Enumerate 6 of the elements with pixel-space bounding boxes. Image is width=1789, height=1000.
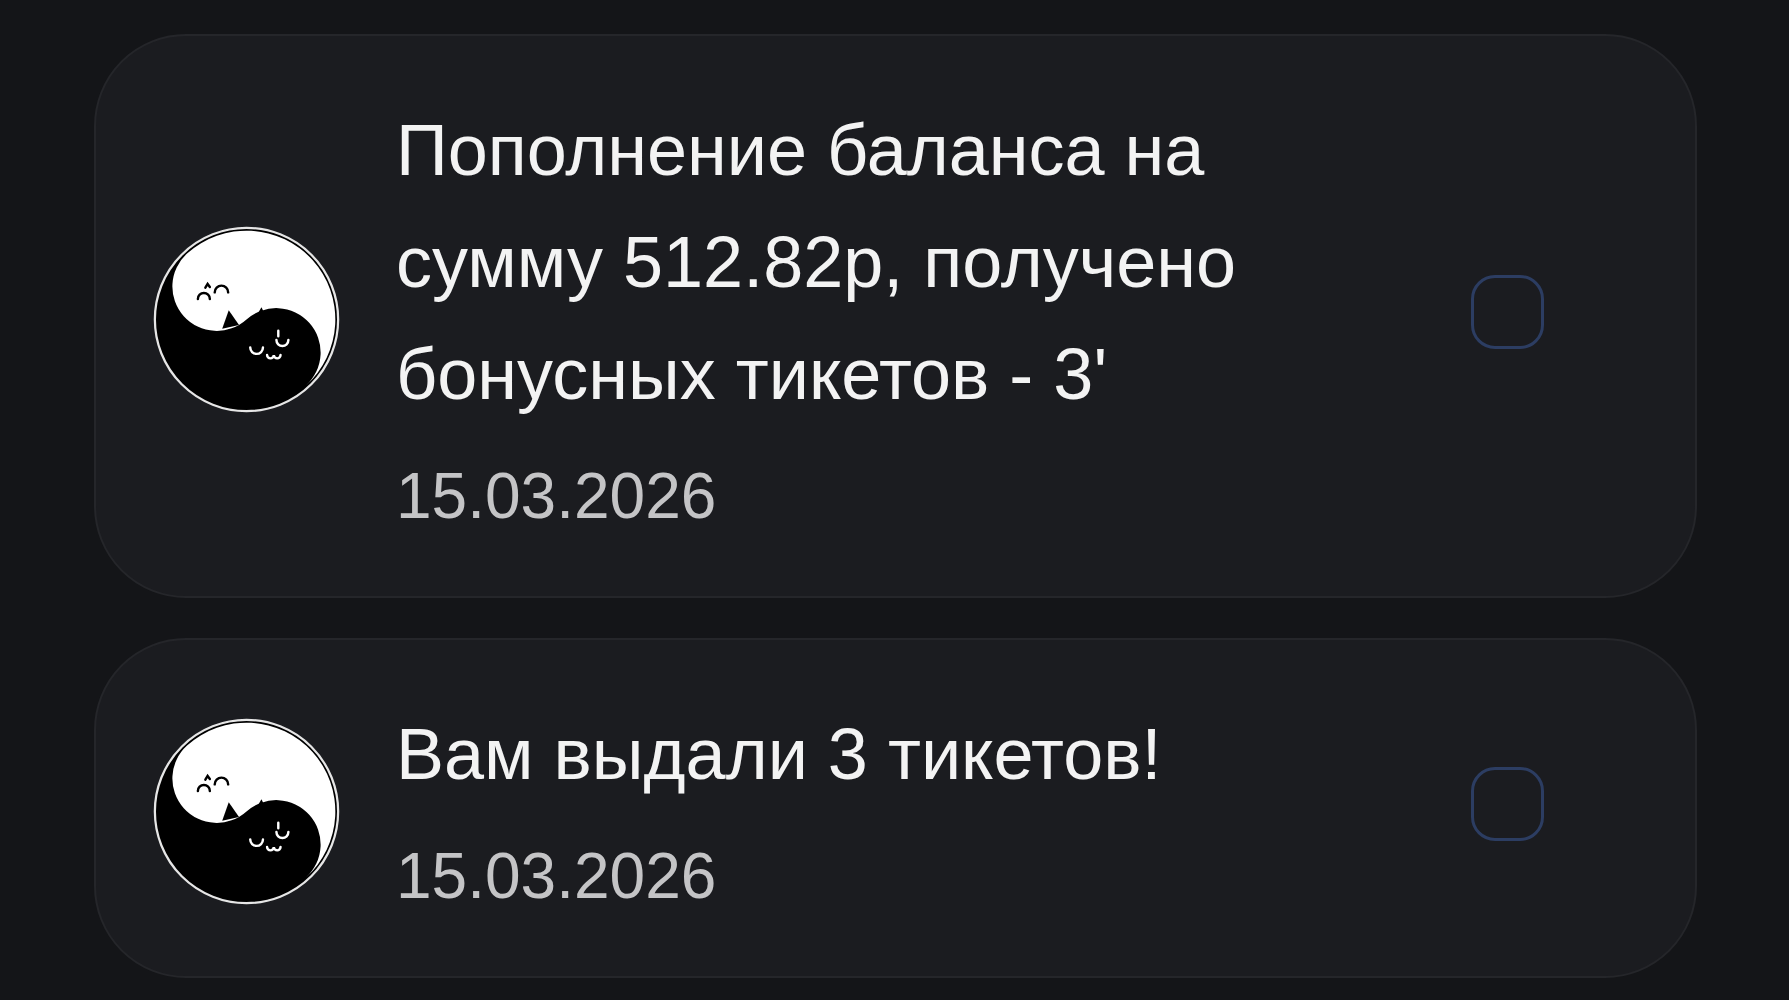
checkbox[interactable] bbox=[1471, 767, 1544, 841]
checkbox[interactable] bbox=[1471, 275, 1544, 349]
notification-message: Пополнение баланса на сумму 512.82р, получено бонусных тикетов - 3' bbox=[396, 109, 1238, 416]
notification-date: 15.03.2026 bbox=[396, 459, 717, 534]
notification-message: Вам выдали 3 тикетов! bbox=[396, 713, 1163, 796]
notification-date: 15.03.2026 bbox=[396, 839, 717, 914]
